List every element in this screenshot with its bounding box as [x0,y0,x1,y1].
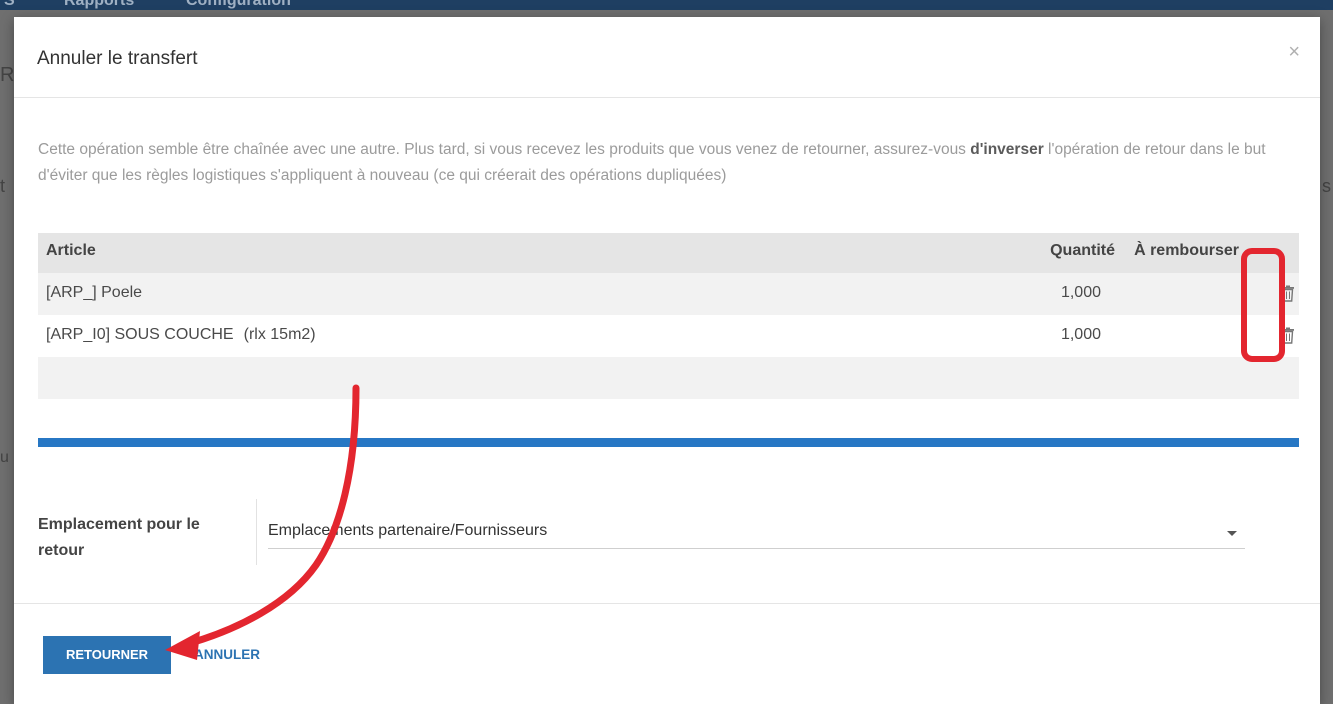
product-name-main: [ARP_I0] SOUS COUCHE [46,326,234,343]
background-text: t [0,176,6,196]
table-row[interactable]: [ARP_] Poele 1,000 [38,273,1299,315]
delete-highlight-box [1241,248,1285,362]
background-menu-item: Rapports [64,0,135,9]
table-row[interactable]: [ARP_I0] SOUS COUCHE (rlx 15m2) 1,000 [38,315,1299,357]
info-text-bold: d'inverser [970,141,1044,158]
caret-down-icon[interactable] [1227,531,1237,536]
return-location-label: Emplacement pour le retour [38,516,200,559]
product-name: [ARP_] Poele [46,284,143,301]
cancel-button[interactable]: ANNULER [194,647,260,662]
return-button[interactable]: RETOURNER [43,636,171,674]
dialog-header: Annuler le transfert × [14,17,1320,98]
column-header-article[interactable]: Article [46,242,96,260]
product-quantity[interactable]: 1,000 [1061,284,1101,302]
return-dialog: Annuler le transfert × Cette opération s… [14,17,1320,704]
column-header-quantity[interactable]: Quantité [1050,242,1115,260]
background-navbar: S Rapports Configuration [0,0,1333,10]
background-text: R [0,64,15,86]
dialog-footer-divider [14,603,1320,604]
column-header-refund[interactable]: À rembourser [1134,242,1239,260]
background-text: s [1322,176,1331,196]
products-table: Article Quantité À rembourser [ARP_] Poe… [38,233,1299,399]
product-name: [ARP_I0] SOUS COUCHE (rlx 15m2) [46,326,316,344]
close-icon[interactable]: × [1288,41,1300,64]
info-text-start: Cette opération semble être chaînée avec… [38,141,971,158]
dialog-title: Annuler le transfert [37,48,198,69]
info-message: Cette opération semble être chaînée avec… [38,137,1293,189]
field-divider [256,499,257,565]
return-location-value: Emplacements partenaire/Fournisseurs [268,522,548,539]
background-menu-item: S [4,0,15,9]
table-header: Article Quantité À rembourser [38,233,1299,273]
product-name-note: (rlx 15m2) [243,326,316,343]
return-location-select[interactable]: Emplacements partenaire/Fournisseurs [268,522,1245,549]
separator-bar [38,438,1299,447]
background-menu-item: Configuration [186,0,291,9]
background-text: u [0,449,9,466]
product-quantity[interactable]: 1,000 [1061,326,1101,344]
empty-table-row [38,357,1299,399]
